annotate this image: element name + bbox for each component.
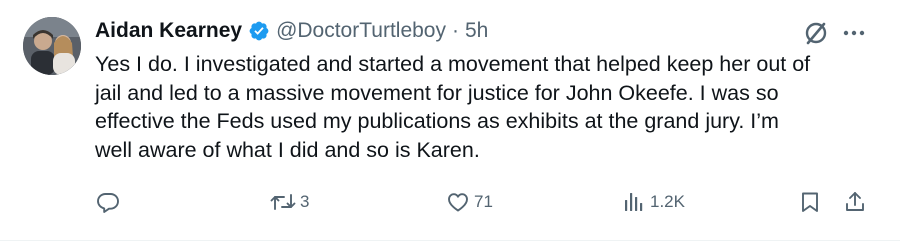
views-button[interactable]: 1.2K: [622, 187, 685, 217]
tweet-text: Yes I do. I investigated and started a m…: [95, 50, 885, 164]
action-bar: 3 71 1.2K: [0, 187, 900, 217]
author-handle[interactable]: @DoctorTurtleboy: [276, 15, 446, 47]
tweet-text-line: Yes I do. I investigated and started a m…: [95, 52, 811, 76]
avatar[interactable]: [23, 17, 81, 75]
verified-badge-icon: [248, 20, 270, 42]
bookmark-button[interactable]: [798, 187, 822, 217]
reply-button[interactable]: [96, 187, 124, 217]
tweet[interactable]: Aidan Kearney @DoctorTurtleboy · 5h Yes …: [0, 0, 900, 248]
tweet-header: Aidan Kearney @DoctorTurtleboy · 5h: [95, 15, 488, 47]
grok-icon[interactable]: [802, 19, 830, 47]
divider: [0, 240, 900, 241]
bookmark-icon: [802, 192, 818, 212]
tweet-text-line: jail and led to a massive movement for j…: [95, 80, 779, 105]
repost-button[interactable]: 3: [270, 187, 309, 217]
like-icon: [448, 193, 468, 212]
timestamp[interactable]: 5h: [465, 15, 488, 47]
more-icon[interactable]: [842, 23, 866, 43]
views-count: 1.2K: [650, 192, 685, 211]
repost-icon: [270, 194, 296, 210]
reply-icon: [97, 193, 119, 213]
repost-count: 3: [300, 192, 310, 211]
share-button[interactable]: [843, 187, 867, 217]
tweet-text-line: well aware of what I did and so is Karen…: [95, 137, 480, 162]
views-icon: [625, 193, 643, 211]
like-count: 71: [474, 192, 493, 211]
tweet-text-line: effective the Feds used my publications …: [95, 109, 779, 133]
share-icon: [846, 192, 864, 211]
separator-dot: ·: [452, 19, 459, 42]
author-name[interactable]: Aidan Kearney: [95, 15, 242, 47]
like-button[interactable]: 71: [446, 187, 493, 217]
